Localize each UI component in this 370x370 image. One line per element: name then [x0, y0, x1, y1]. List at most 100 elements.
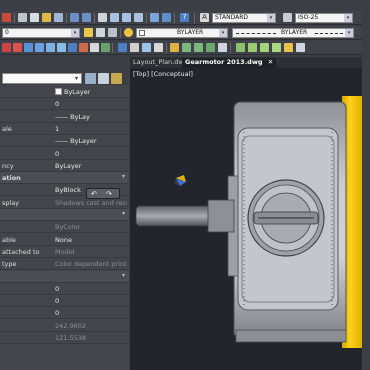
property-row[interactable]: type Color dependent print st	[0, 258, 129, 271]
quick-select-icon[interactable]	[111, 73, 122, 84]
undo-arrow-icon[interactable]	[70, 13, 79, 22]
property-category-row[interactable]: ation ▾	[0, 172, 129, 185]
property-row[interactable]: 121.5538	[0, 332, 129, 344]
property-value[interactable]: Shadows cast and recei	[55, 199, 127, 207]
property-row[interactable]: 242.9602	[0, 320, 129, 332]
extend-icon[interactable]	[154, 43, 163, 52]
property-row[interactable]: ale 1	[0, 123, 129, 135]
property-value[interactable]: 0	[55, 285, 127, 293]
property-value[interactable]: 0	[55, 297, 127, 305]
property-row[interactable]: 0	[0, 148, 129, 160]
modify-icon[interactable]	[118, 43, 127, 52]
rotate-left-icon[interactable]: ↶	[91, 190, 97, 198]
pan-icon[interactable]	[98, 13, 107, 22]
solid-cone-icon[interactable]	[260, 43, 269, 52]
zoom-window-icon[interactable]	[122, 13, 131, 22]
zoom-previous-icon[interactable]	[134, 13, 143, 22]
layer-manager-icon[interactable]	[96, 28, 105, 37]
property-category-row[interactable]: ▾	[0, 270, 129, 283]
table-icon[interactable]	[130, 43, 139, 52]
property-row[interactable]: —— ByLay	[0, 111, 129, 123]
match-properties-icon[interactable]	[54, 13, 63, 22]
property-row[interactable]: 0	[0, 307, 129, 320]
solid-box-icon[interactable]	[236, 43, 245, 52]
property-row[interactable]: ncy ByLayer	[0, 160, 129, 172]
3d-move-icon[interactable]	[206, 43, 215, 52]
layer-previous-icon[interactable]	[108, 28, 117, 37]
extrude-icon[interactable]	[284, 43, 293, 52]
property-value[interactable]: 242.9602	[55, 322, 127, 330]
zoom-realtime-icon[interactable]	[110, 13, 119, 22]
property-value[interactable]: 1	[55, 125, 127, 133]
undo-icon[interactable]	[2, 13, 11, 22]
revolve-icon[interactable]	[296, 43, 305, 52]
viewport-label[interactable]: [Top] [Conceptual]	[133, 70, 193, 78]
redo-arrow-icon[interactable]	[82, 13, 91, 22]
property-value[interactable]: —— ByLayer	[55, 137, 127, 145]
property-row[interactable]: —— ByLayer	[0, 135, 129, 148]
property-category-row[interactable]: ▾	[0, 209, 129, 221]
property-row[interactable]: attached to Model	[0, 246, 129, 258]
select-objects-icon[interactable]	[98, 73, 109, 84]
property-value[interactable]: ByLayer	[55, 88, 127, 96]
property-value[interactable]: 0	[55, 100, 127, 108]
arc-icon[interactable]	[24, 43, 33, 52]
solid-cylinder-icon[interactable]	[248, 43, 257, 52]
property-value[interactable]: None	[55, 236, 127, 244]
cut-icon[interactable]	[18, 13, 27, 22]
collapse-chevron-icon[interactable]: ▾	[122, 272, 125, 279]
color-select[interactable]: BYLAYER ▾	[136, 28, 228, 38]
3d-orbit-icon[interactable]	[182, 43, 191, 52]
circle-icon[interactable]	[35, 43, 44, 52]
copy-icon[interactable]	[30, 13, 39, 22]
linetype-select[interactable]: BYLAYER ▾	[232, 28, 354, 38]
property-value[interactable]: 0	[55, 150, 127, 158]
layer-select[interactable]: 0 ▾	[2, 28, 80, 38]
dim-style-select[interactable]: ISO-25 ▾	[295, 13, 353, 23]
property-value[interactable]: 121.5538	[55, 334, 127, 342]
mtext-icon[interactable]	[90, 43, 99, 52]
ellipse-icon[interactable]	[79, 43, 88, 52]
color-wheel-icon[interactable]	[124, 28, 133, 37]
property-row[interactable]: 0	[0, 295, 129, 308]
close-icon[interactable]: ✕	[268, 58, 273, 66]
property-row[interactable]: 0	[0, 283, 129, 295]
solid-sphere-icon[interactable]	[272, 43, 281, 52]
dimension-icon[interactable]	[170, 43, 179, 52]
property-row[interactable]: 0	[0, 98, 129, 111]
paste-icon[interactable]	[42, 13, 51, 22]
properties-icon[interactable]	[150, 13, 159, 22]
property-value[interactable]: Model	[55, 248, 127, 256]
polyline-icon[interactable]	[13, 43, 22, 52]
dim-style-icon[interactable]	[283, 13, 292, 22]
property-value[interactable]: —— ByLay	[55, 113, 127, 121]
hatch-icon[interactable]	[57, 43, 66, 52]
property-value[interactable]: 0	[55, 309, 127, 317]
pickadd-toggle-icon[interactable]	[85, 73, 96, 84]
spline-icon[interactable]	[68, 43, 77, 52]
design-center-icon[interactable]	[162, 13, 171, 22]
drawing-viewport[interactable]: [Top] [Conceptual]	[130, 68, 362, 370]
line-icon[interactable]	[2, 43, 11, 52]
property-row[interactable]: ByLayer	[0, 86, 129, 98]
ucs-icon[interactable]	[174, 175, 186, 186]
rectangle-icon[interactable]	[46, 43, 55, 52]
text-style-select[interactable]: STANDARD ▾	[212, 13, 276, 23]
object-type-select[interactable]: ▾	[2, 73, 82, 84]
property-value[interactable]: ByLayer	[55, 162, 127, 170]
quick-properties-popup[interactable]: ↶ ↷	[86, 188, 120, 199]
tab-gearmotor[interactable]: Gearmotor 2013.dwg ✕	[182, 58, 277, 68]
property-row[interactable]: able None	[0, 234, 129, 246]
view-icon[interactable]	[218, 43, 227, 52]
help-icon[interactable]: ?	[180, 13, 189, 22]
text-style-icon[interactable]: A	[200, 13, 209, 22]
property-row[interactable]: ByColor	[0, 221, 129, 234]
rotate-right-icon[interactable]: ↷	[106, 190, 112, 198]
property-value[interactable]: Color dependent print st	[55, 260, 127, 268]
3d-rotate-icon[interactable]	[194, 43, 203, 52]
insert-block-icon[interactable]	[101, 43, 110, 52]
collapse-chevron-icon[interactable]: ▾	[122, 210, 125, 217]
layer-state-icon[interactable]	[84, 28, 93, 37]
trim-icon[interactable]	[142, 43, 151, 52]
collapse-chevron-icon[interactable]: ▾	[122, 173, 125, 180]
